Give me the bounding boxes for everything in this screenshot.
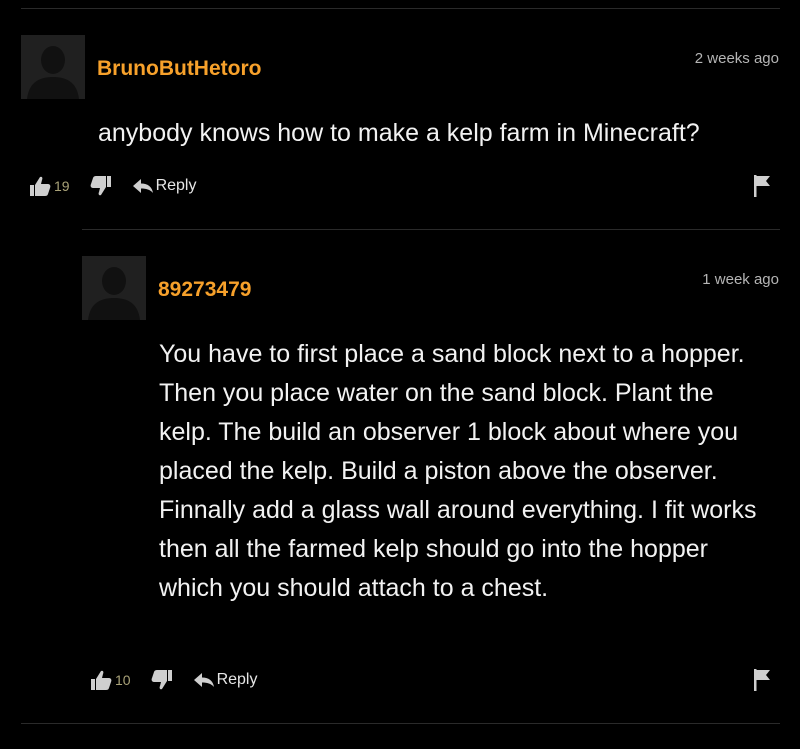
default-avatar-icon — [82, 256, 146, 320]
upvote-button[interactable]: 19 — [29, 175, 70, 197]
reply-button[interactable]: Reply — [132, 177, 197, 195]
thumbs-down-icon — [151, 670, 172, 690]
comment-username[interactable]: BrunoButHetoro — [97, 57, 261, 81]
top-divider — [21, 8, 780, 9]
upvote-count: 19 — [54, 178, 70, 194]
reply-arrow-icon — [132, 179, 153, 193]
default-avatar-icon — [21, 35, 85, 99]
downvote-button[interactable] — [90, 175, 112, 197]
comment-username[interactable]: 89273479 — [158, 278, 251, 302]
thumbs-down-icon — [90, 176, 111, 196]
flag-button[interactable] — [752, 668, 772, 692]
downvote-button[interactable] — [151, 669, 173, 691]
comment-body: anybody knows how to make a kelp farm in… — [98, 119, 700, 147]
comment-body: You have to first place a sand block nex… — [159, 340, 757, 602]
bottom-divider — [21, 723, 780, 724]
comment-timestamp: 1 week ago — [702, 271, 779, 288]
reply-divider — [82, 229, 780, 230]
reply-arrow-icon — [193, 673, 214, 687]
comment-timestamp: 2 weeks ago — [694, 50, 779, 67]
flag-icon — [754, 669, 770, 691]
thumbs-up-icon — [30, 176, 51, 196]
avatar[interactable] — [21, 35, 85, 99]
thumbs-up-icon — [91, 670, 112, 690]
flag-button[interactable] — [752, 174, 772, 198]
reply-button[interactable]: Reply — [193, 671, 258, 689]
avatar[interactable] — [82, 256, 146, 320]
comment-actions: 10 Reply — [90, 667, 257, 693]
flag-icon — [754, 175, 770, 197]
comment-actions: 19 Reply — [29, 173, 196, 199]
upvote-count: 10 — [115, 672, 131, 688]
reply-label: Reply — [155, 177, 197, 194]
reply-label: Reply — [216, 671, 258, 688]
upvote-button[interactable]: 10 — [90, 669, 131, 691]
